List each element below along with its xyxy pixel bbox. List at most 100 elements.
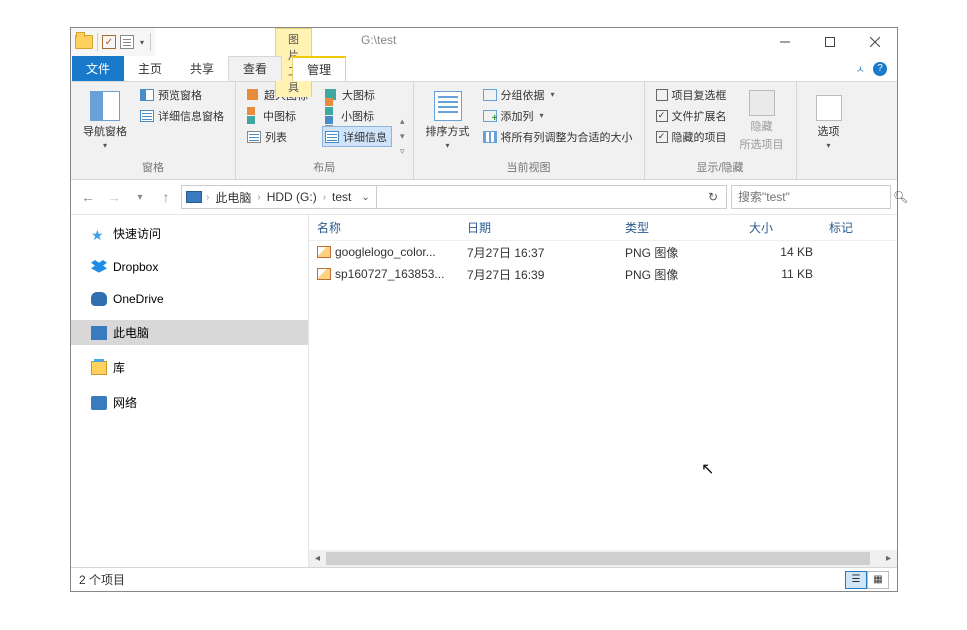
preview-pane-button[interactable]: 预览窗格 bbox=[137, 84, 227, 105]
status-bar: 2 个项目 ☰ ▦ bbox=[71, 567, 897, 591]
file-rows: googlelogo_color... 7月27日 16:37 PNG 图像 1… bbox=[309, 241, 897, 285]
tab-manage[interactable]: 管理 bbox=[292, 56, 346, 81]
item-checkboxes-toggle[interactable]: 项目复选框 bbox=[653, 84, 730, 105]
chevron-right-icon[interactable]: › bbox=[206, 192, 209, 203]
scroll-left-button[interactable]: ◂ bbox=[309, 553, 326, 564]
details-icon bbox=[325, 131, 339, 143]
scroll-track[interactable] bbox=[326, 550, 880, 567]
view-list[interactable]: 列表 bbox=[244, 126, 322, 147]
nav-forward-button[interactable]: → bbox=[103, 186, 125, 208]
checkbox-icon bbox=[656, 89, 668, 101]
file-list-area: 名称 日期 类型 大小 标记 googlelogo_color... 7月27日… bbox=[309, 215, 897, 567]
tab-file[interactable]: 文件 bbox=[72, 56, 124, 81]
qat-properties-icon[interactable]: ✓ bbox=[102, 35, 116, 49]
view-mode-details-button[interactable]: ☰ bbox=[845, 571, 867, 589]
dropbox-icon bbox=[91, 260, 107, 274]
group-current-view-label: 当前视图 bbox=[422, 157, 636, 177]
address-bar[interactable]: › 此电脑 › HDD (G:) › test ⌄ ↻ bbox=[181, 185, 727, 209]
hide-icon bbox=[749, 90, 775, 116]
quick-access-toolbar: ✓ ▾ bbox=[71, 28, 155, 56]
tree-quick-access[interactable]: ★快速访问 bbox=[71, 221, 308, 246]
qat-customize-dropdown[interactable]: ▾ bbox=[138, 38, 146, 47]
col-tags[interactable]: 标记 bbox=[821, 219, 881, 236]
col-size[interactable]: 大小 bbox=[741, 219, 821, 236]
separator bbox=[150, 33, 151, 51]
tab-home[interactable]: 主页 bbox=[124, 56, 176, 81]
explorer-window: ✓ ▾ 图片工具 G:\test 文件 主页 共享 查看 管理 ㅅ ? bbox=[70, 27, 898, 592]
minimize-button[interactable] bbox=[762, 28, 807, 56]
search-icon[interactable]: 🔍︎ bbox=[893, 190, 908, 204]
sort-by-label: 排序方式 bbox=[426, 123, 470, 139]
tree-network[interactable]: 网络 bbox=[71, 390, 308, 415]
navigation-pane-button[interactable]: 导航窗格 ▾ bbox=[79, 84, 131, 157]
nav-up-button[interactable]: ↑ bbox=[155, 186, 177, 208]
file-row[interactable]: sp160727_163853... 7月27日 16:39 PNG 图像 11… bbox=[309, 263, 897, 285]
collapse-ribbon-icon[interactable]: ㅅ bbox=[856, 61, 865, 76]
tab-share[interactable]: 共享 bbox=[176, 56, 228, 81]
details-pane-button[interactable]: 详细信息窗格 bbox=[137, 105, 227, 126]
layout-expand[interactable]: ▿ bbox=[400, 146, 405, 157]
layout-scroll-up[interactable]: ▴ bbox=[400, 116, 405, 127]
chevron-right-icon[interactable]: › bbox=[323, 192, 326, 203]
ribbon-tabs: 文件 主页 共享 查看 管理 ㅅ ? bbox=[71, 56, 897, 82]
add-columns-button[interactable]: 添加列▾ bbox=[480, 105, 636, 126]
navigation-pane-icon bbox=[90, 91, 120, 121]
view-medium-icons[interactable]: 中图标 bbox=[244, 105, 322, 126]
navigation-tree: ★快速访问 Dropbox OneDrive 此电脑 库 网络 bbox=[71, 215, 309, 567]
size-columns-icon bbox=[483, 131, 497, 143]
hide-selected-button[interactable]: 隐藏 所选项目 bbox=[736, 84, 788, 157]
maximize-button[interactable] bbox=[807, 28, 852, 56]
layout-scroll-down[interactable]: ▾ bbox=[400, 131, 405, 142]
group-layout: 超大图标 大图标 中图标 小图标 列表 详细信息 ▴ ▾ ▿ bbox=[236, 82, 414, 179]
pc-icon bbox=[91, 326, 107, 340]
group-panes-label: 窗格 bbox=[79, 157, 227, 177]
nav-recent-dropdown[interactable]: ▾ bbox=[129, 186, 151, 208]
close-button[interactable] bbox=[852, 28, 897, 56]
group-current-view: 排序方式 ▾ 分组依据▾ 添加列▾ 将所有列调整为合适的大小 当前视图 bbox=[414, 82, 645, 179]
main-area: ★快速访问 Dropbox OneDrive 此电脑 库 网络 名称 日期 类型… bbox=[71, 214, 897, 567]
libraries-icon bbox=[91, 361, 107, 375]
view-details[interactable]: 详细信息 bbox=[322, 126, 392, 147]
breadcrumb-folder[interactable]: test bbox=[328, 190, 355, 204]
scroll-thumb[interactable] bbox=[326, 552, 870, 565]
horizontal-scrollbar[interactable]: ◂ ▸ bbox=[309, 550, 897, 567]
folder-icon bbox=[75, 35, 93, 49]
col-type[interactable]: 类型 bbox=[617, 219, 741, 236]
window-title: G:\test bbox=[361, 33, 396, 47]
size-all-columns-button[interactable]: 将所有列调整为合适的大小 bbox=[480, 126, 636, 147]
tree-dropbox[interactable]: Dropbox bbox=[71, 256, 308, 278]
checkbox-icon bbox=[656, 131, 668, 143]
breadcrumb-root[interactable]: 此电脑 bbox=[211, 189, 255, 206]
group-by-icon bbox=[483, 89, 497, 101]
options-button[interactable]: 选项 ▾ bbox=[805, 84, 853, 161]
mouse-cursor-icon: ↖ bbox=[701, 459, 714, 479]
refresh-button[interactable]: ↻ bbox=[702, 190, 724, 204]
file-extensions-toggle[interactable]: 文件扩展名 bbox=[653, 105, 730, 126]
search-box[interactable]: 🔍︎ bbox=[731, 185, 891, 209]
qat-new-folder-icon[interactable] bbox=[120, 35, 134, 49]
tree-onedrive[interactable]: OneDrive bbox=[71, 288, 308, 310]
sort-by-button[interactable]: 排序方式 ▾ bbox=[422, 84, 474, 157]
tree-this-pc[interactable]: 此电脑 bbox=[71, 320, 308, 345]
nav-back-button[interactable]: ← bbox=[77, 186, 99, 208]
scroll-right-button[interactable]: ▸ bbox=[880, 553, 897, 564]
breadcrumb-drive[interactable]: HDD (G:) bbox=[263, 190, 321, 204]
tree-libraries[interactable]: 库 bbox=[71, 355, 308, 380]
details-pane-icon bbox=[140, 110, 154, 122]
group-by-button[interactable]: 分组依据▾ bbox=[480, 84, 636, 105]
help-icon[interactable]: ? bbox=[873, 62, 887, 76]
tab-view[interactable]: 查看 bbox=[228, 56, 282, 81]
view-mode-icons-button[interactable]: ▦ bbox=[867, 571, 889, 589]
search-input[interactable] bbox=[738, 190, 893, 204]
image-file-icon bbox=[317, 268, 331, 280]
address-history-dropdown[interactable]: ⌄ bbox=[357, 192, 373, 203]
file-row[interactable]: googlelogo_color... 7月27日 16:37 PNG 图像 1… bbox=[309, 241, 897, 263]
title-bar: ✓ ▾ 图片工具 G:\test bbox=[71, 28, 897, 56]
col-date[interactable]: 日期 bbox=[459, 219, 617, 236]
chevron-right-icon[interactable]: › bbox=[257, 192, 260, 203]
col-name[interactable]: 名称 bbox=[309, 219, 459, 236]
preview-pane-icon bbox=[140, 89, 154, 101]
hidden-items-toggle[interactable]: 隐藏的项目 bbox=[653, 126, 730, 147]
extra-large-icon bbox=[247, 89, 258, 100]
view-small-icons[interactable]: 小图标 bbox=[322, 105, 392, 126]
